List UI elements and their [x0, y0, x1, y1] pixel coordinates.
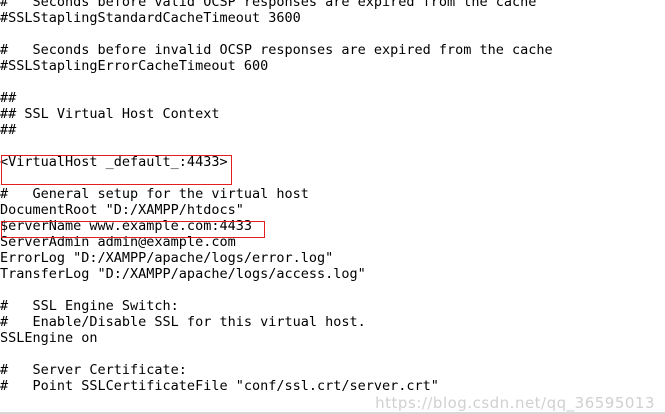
code-line: ErrorLog "D:/XAMPP/apache/logs/error.log…: [0, 250, 334, 266]
code-line: # Point SSLCertificateFile "conf/ssl.crt…: [0, 378, 439, 394]
code-line: TransferLog "D:/XAMPP/apache/logs/access…: [0, 266, 366, 282]
watermark-url: https://blog.csdn.net/qq_36595013: [375, 394, 655, 412]
config-editor[interactable]: # Seconds before valid OCSP responses ar…: [0, 0, 665, 414]
code-line: ##: [0, 90, 17, 106]
code-line: ##: [0, 122, 17, 138]
code-line: # Seconds before valid OCSP responses ar…: [0, 0, 537, 10]
highlight-box-servername: [1, 221, 265, 238]
code-line: # General setup for the virtual host: [0, 186, 309, 202]
code-line: DocumentRoot "D:/XAMPP/htdocs": [0, 202, 244, 218]
code-line: #SSLStaplingErrorCacheTimeout 600: [0, 58, 269, 74]
code-line: #SSLStaplingStandardCacheTimeout 3600: [0, 10, 301, 26]
highlight-box-virtualhost: [1, 155, 232, 185]
code-line: SSLEngine on: [0, 330, 98, 346]
code-line: ## SSL Virtual Host Context: [0, 106, 220, 122]
code-line: # Enable/Disable SSL for this virtual ho…: [0, 314, 366, 330]
code-line: # SSL Engine Switch:: [0, 298, 179, 314]
code-line: # Server Certificate:: [0, 362, 187, 378]
code-line: # Seconds before invalid OCSP responses …: [0, 42, 553, 58]
